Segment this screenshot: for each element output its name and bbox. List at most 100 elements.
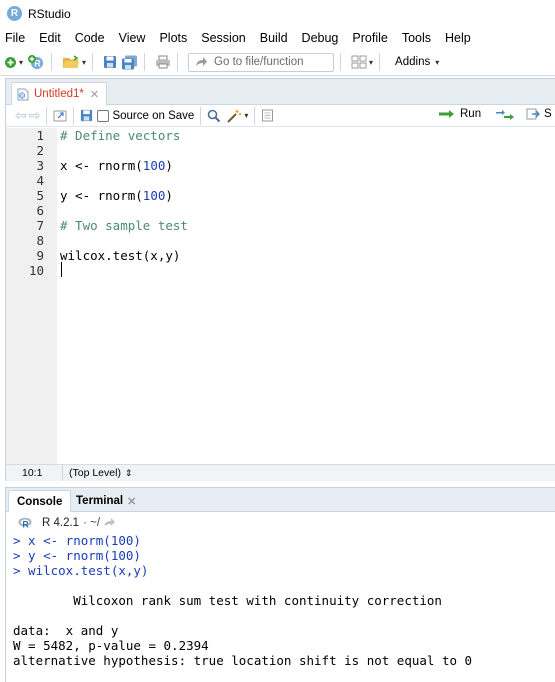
- run-button[interactable]: Run: [438, 108, 481, 120]
- back-arrow-icon[interactable]: ⇦: [15, 107, 27, 124]
- title-bar: R RStudio: [0, 0, 555, 27]
- menu-edit[interactable]: Edit: [33, 31, 69, 45]
- addins-button[interactable]: Addins ▾: [390, 52, 439, 72]
- document-outline-icon[interactable]: [261, 109, 274, 122]
- menu-tools[interactable]: Tools: [396, 31, 439, 45]
- cursor-position: 10:1: [6, 465, 63, 481]
- toolbar-divider: [144, 53, 146, 71]
- editor-status-bar: 10:1 (Top Level) ⇕: [6, 464, 555, 481]
- new-project-icon: R: [28, 55, 44, 69]
- chevron-down-icon: ▾: [244, 111, 249, 120]
- tab-console[interactable]: Console: [8, 490, 72, 512]
- save-icon: [104, 56, 117, 68]
- code-tools-button[interactable]: ▾: [226, 109, 248, 123]
- svg-text:R: R: [22, 519, 29, 528]
- r-script-icon: R: [17, 88, 29, 100]
- source-on-save-toggle[interactable]: Source on Save: [97, 109, 194, 122]
- toolbar-divider: [379, 53, 381, 71]
- line-number: 8: [36, 233, 44, 248]
- addins-label: Addins: [395, 56, 431, 68]
- rerun-button[interactable]: [495, 109, 515, 121]
- menu-debug[interactable]: Debug: [296, 31, 347, 45]
- save-button[interactable]: [103, 52, 117, 72]
- open-file-button[interactable]: ▾: [62, 52, 86, 72]
- console-output-line: Wilcoxon rank sum test with continuity c…: [13, 593, 442, 608]
- up-down-icon: ⇕: [124, 467, 133, 478]
- menu-code[interactable]: Code: [69, 31, 113, 45]
- scope-selector[interactable]: (Top Level) ⇕: [63, 467, 133, 479]
- tab-untitled1[interactable]: R Untitled1* ✕: [11, 82, 107, 105]
- code-line-comment: # Two sample test: [60, 218, 188, 233]
- working-directory[interactable]: · ~/: [83, 517, 100, 529]
- show-in-window-icon[interactable]: [53, 109, 67, 122]
- go-to-file-input[interactable]: Go to file/function: [188, 52, 335, 72]
- source-arrow-icon: [526, 108, 540, 120]
- line-number: 5: [36, 188, 44, 203]
- editor-toolbar: ⇦ ⇨ Source on Save ▾ Run S: [6, 105, 555, 127]
- rerun-icon: [496, 110, 514, 120]
- line-number: 3: [36, 158, 44, 173]
- console-tab-strip: Console Terminal ✕: [6, 488, 555, 512]
- source-button[interactable]: S: [526, 108, 552, 120]
- toolbar-divider: [177, 53, 179, 71]
- toolbar-divider: [340, 53, 342, 71]
- menu-view[interactable]: View: [113, 31, 154, 45]
- line-number: 2: [36, 143, 44, 158]
- line-number: 4: [36, 173, 44, 188]
- console-output-line: W = 5482, p-value = 0.2394: [13, 638, 209, 653]
- source-editor-pane: R Untitled1* ✕ ⇦ ⇨ Source on Save ▾ Run: [5, 78, 555, 481]
- scope-label: (Top Level): [69, 467, 121, 479]
- pane-layout-button[interactable]: ▾: [351, 52, 373, 72]
- rstudio-logo-icon: R: [7, 6, 22, 21]
- print-button[interactable]: [155, 52, 171, 72]
- console-input-line: > wilcox.test(x,y): [13, 563, 149, 578]
- source-on-save-checkbox[interactable]: [97, 109, 110, 122]
- save-icon[interactable]: [80, 109, 93, 122]
- text-cursor: [61, 262, 62, 277]
- forward-arrow-icon[interactable]: ⇨: [29, 107, 41, 124]
- close-icon[interactable]: ✕: [127, 495, 136, 508]
- console-input-line: > y <- rnorm(100): [13, 548, 141, 563]
- line-number: 6: [36, 203, 44, 218]
- code-line-comment: # Define vectors: [60, 128, 181, 143]
- search-icon[interactable]: [207, 109, 221, 123]
- new-project-button[interactable]: R: [27, 52, 45, 72]
- print-icon: [156, 55, 171, 69]
- toolbar-divider: [46, 106, 48, 125]
- new-file-icon: [5, 56, 16, 68]
- line-number: 9: [36, 248, 44, 263]
- code-line: x <- rnorm(100): [60, 158, 173, 173]
- main-toolbar: ▾ R ▾ Go to file/function ▾ Addins ▾: [0, 49, 555, 76]
- console-input-line: > x <- rnorm(100): [13, 533, 141, 548]
- tab-terminal[interactable]: Terminal ✕: [68, 490, 144, 512]
- menu-profile[interactable]: Profile: [346, 31, 395, 45]
- close-icon[interactable]: ✕: [90, 88, 99, 101]
- code-token: y <- rnorm(: [60, 188, 143, 203]
- code-line: y <- rnorm(100): [60, 188, 173, 203]
- arrow-right-icon: [196, 57, 208, 66]
- go-to-file-placeholder: Go to file/function: [214, 56, 304, 68]
- save-all-button[interactable]: [121, 52, 138, 72]
- source-label: S: [544, 108, 552, 120]
- menu-file[interactable]: File: [0, 31, 33, 45]
- code-token: x <- rnorm(: [60, 158, 143, 173]
- code-editor[interactable]: 1 2 3 4 5 6 7 8 9 10 # Define vectors x …: [6, 128, 555, 465]
- code-line: wilcox.test(x,y): [60, 248, 181, 263]
- toolbar-divider: [51, 53, 53, 71]
- line-number: 7: [36, 218, 44, 233]
- tab-terminal-label: Terminal: [76, 495, 124, 507]
- r-version: R 4.2.1: [42, 516, 80, 529]
- chevron-down-icon: ▾: [82, 57, 87, 67]
- menu-build[interactable]: Build: [254, 31, 296, 45]
- menu-help[interactable]: Help: [439, 31, 479, 45]
- menu-plots[interactable]: Plots: [153, 31, 195, 45]
- go-to-directory-icon[interactable]: [103, 517, 116, 528]
- menu-session[interactable]: Session: [195, 31, 253, 45]
- window-title: RStudio: [28, 6, 71, 21]
- r-logo-icon: R: [18, 517, 32, 528]
- run-label: Run: [460, 108, 482, 120]
- chevron-down-icon: ▾: [435, 57, 440, 67]
- magic-wand-icon: [227, 109, 242, 123]
- line-number-gutter: 1 2 3 4 5 6 7 8 9 10: [6, 128, 57, 465]
- new-file-button[interactable]: ▾: [4, 52, 23, 72]
